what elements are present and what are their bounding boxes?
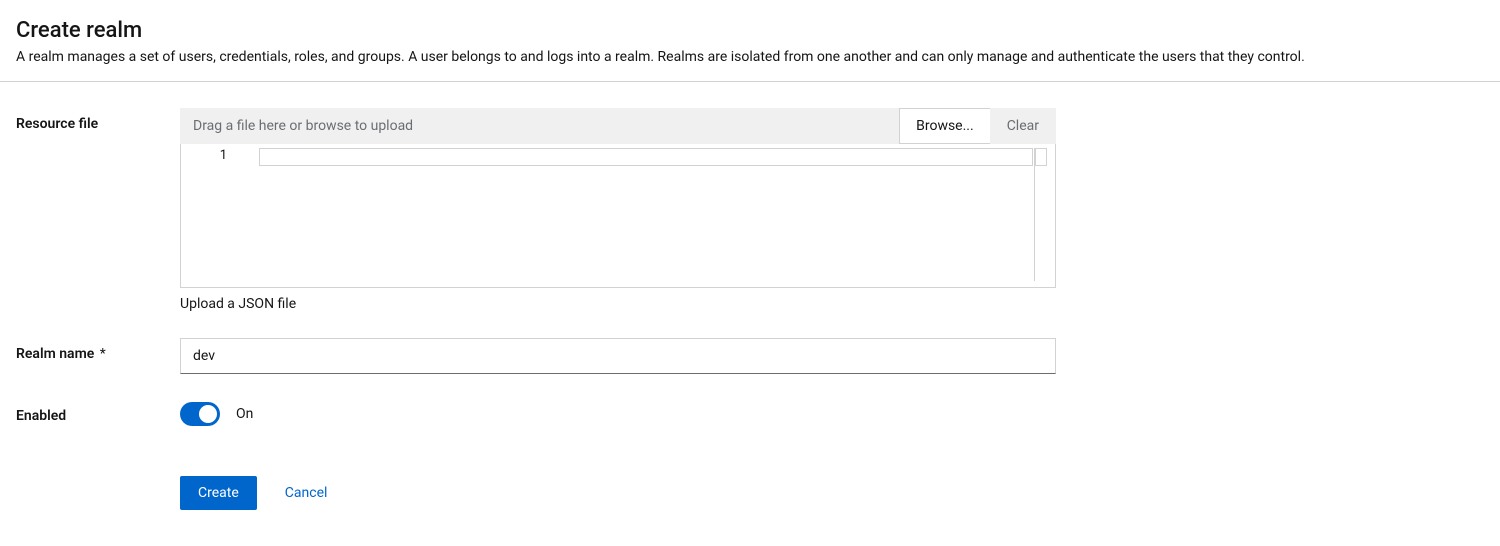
realm-name-label: Realm name *	[16, 338, 180, 362]
page-description: A realm manages a set of users, credenti…	[16, 49, 1484, 65]
resource-file-helper: Upload a JSON file	[180, 296, 1056, 312]
actions-row: Create Cancel	[16, 452, 1484, 510]
page-title: Create realm	[16, 18, 1484, 43]
actions-spacer	[16, 452, 180, 460]
enabled-label: Enabled	[16, 400, 180, 424]
toggle-knob	[199, 405, 217, 423]
enabled-row: Enabled On	[16, 400, 1484, 426]
enabled-state-label: On	[236, 406, 253, 422]
required-marker: *	[100, 346, 106, 362]
cancel-button[interactable]: Cancel	[285, 485, 328, 501]
browse-button[interactable]: Browse...	[899, 108, 990, 144]
code-editor[interactable]: 1	[180, 144, 1056, 288]
code-vertical-line	[1034, 148, 1035, 281]
create-realm-form: Resource file Drag a file here or browse…	[0, 82, 1500, 530]
code-scrollbar-thumb[interactable]	[1035, 148, 1047, 166]
page-header: Create realm A realm manages a set of us…	[0, 0, 1500, 82]
file-upload-bar: Drag a file here or browse to upload Bro…	[180, 108, 1056, 144]
realm-name-input[interactable]	[180, 338, 1056, 374]
code-gutter: 1	[181, 144, 257, 287]
create-button[interactable]: Create	[180, 476, 257, 510]
resource-file-row: Resource file Drag a file here or browse…	[16, 108, 1484, 312]
clear-button[interactable]: Clear	[990, 108, 1056, 144]
actions-control: Create Cancel	[180, 452, 1056, 510]
enabled-control: On	[180, 400, 1056, 426]
enabled-toggle-wrap: On	[180, 400, 1056, 426]
file-drop-area[interactable]: Drag a file here or browse to upload	[180, 108, 899, 144]
realm-name-row: Realm name *	[16, 338, 1484, 374]
realm-name-control	[180, 338, 1056, 374]
resource-file-label: Resource file	[16, 108, 180, 132]
line-number: 1	[220, 148, 227, 163]
realm-name-label-text: Realm name	[16, 346, 94, 362]
resource-file-control: Drag a file here or browse to upload Bro…	[180, 108, 1056, 312]
code-line-highlight	[259, 148, 1033, 166]
form-actions: Create Cancel	[180, 476, 1056, 510]
enabled-toggle[interactable]	[180, 402, 220, 426]
